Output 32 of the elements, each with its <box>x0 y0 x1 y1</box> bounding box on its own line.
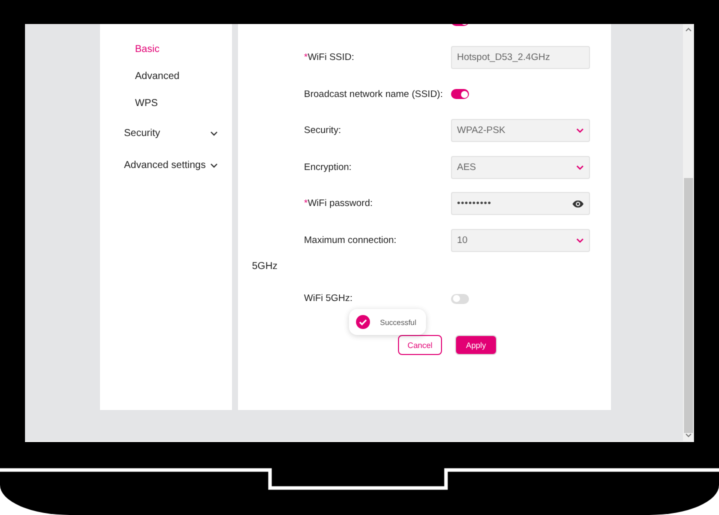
caret-icon <box>576 238 584 243</box>
sidebar-item[interactable]: Security <box>100 117 232 149</box>
chevron-icon <box>210 130 218 136</box>
field-label: Broadcast network name (SSID): <box>304 88 443 100</box>
chevron-icon <box>210 162 218 168</box>
section-heading: 5GHz <box>251 260 279 274</box>
toggle-switch[interactable] <box>451 294 469 304</box>
sidebar-item[interactable]: Basic <box>100 36 232 63</box>
select-field[interactable]: WPA2-PSK <box>451 119 590 142</box>
field-label: WiFi 5GHz: <box>304 293 353 304</box>
caret-icon <box>576 128 584 134</box>
sidebar-item[interactable]: Advanced settings <box>100 149 232 181</box>
toggle-switch[interactable] <box>451 89 469 100</box>
eye-icon[interactable] <box>572 200 584 208</box>
apply-button[interactable]: Apply <box>455 335 497 355</box>
field-label: Encryption: <box>304 162 352 173</box>
field-label: Security: <box>304 125 341 136</box>
password-field[interactable]: ••••••••• <box>451 192 590 216</box>
select-field[interactable]: AES <box>451 156 590 179</box>
field-label: Maximum connection: <box>304 234 396 246</box>
field-label: *WiFi password: <box>304 198 373 210</box>
cancel-button[interactable]: Cancel <box>398 335 442 355</box>
sidebar-item[interactable]: Advanced <box>100 63 232 90</box>
scroll-up-icon[interactable] <box>685 27 692 32</box>
check-icon <box>356 315 370 329</box>
field-label: *WiFi SSID: <box>304 52 354 64</box>
sidebar-item[interactable]: WPS <box>100 90 232 117</box>
scroll-down-icon[interactable] <box>685 433 692 438</box>
input-field[interactable]: Hotspot_D53_2.4GHz <box>451 46 590 70</box>
scrollbar[interactable] <box>683 24 694 441</box>
caret-icon <box>576 164 584 170</box>
select-field[interactable]: 10 <box>451 228 590 252</box>
